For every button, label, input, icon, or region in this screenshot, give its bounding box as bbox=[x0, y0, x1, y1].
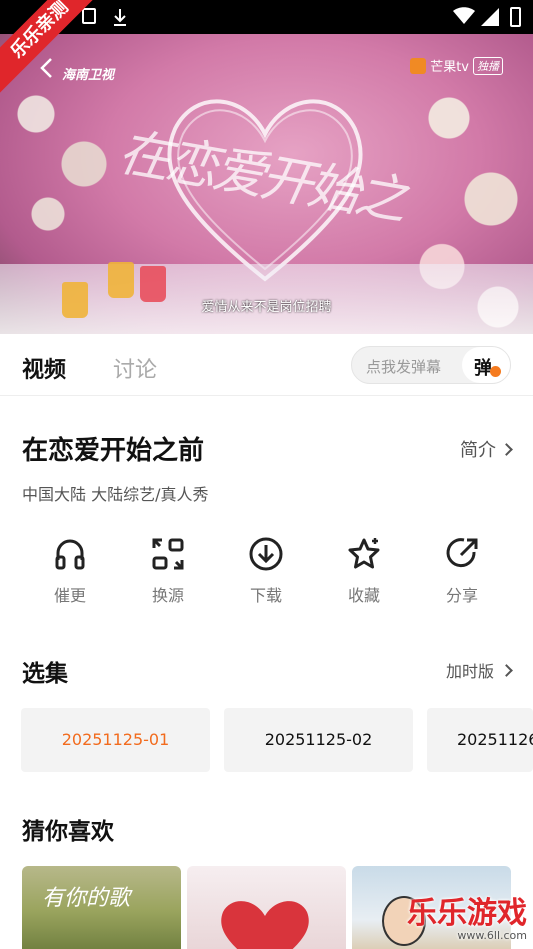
recommend-thumbnail[interactable]: 有你的歌 bbox=[22, 866, 181, 949]
intro-label: 简介 bbox=[460, 440, 496, 461]
danmu-input[interactable]: 点我发弹幕 弹 bbox=[351, 346, 511, 384]
headphones-icon bbox=[55, 539, 85, 570]
mango-icon bbox=[410, 57, 427, 74]
show-title: 在恋爱开始之前 bbox=[22, 436, 205, 466]
intro-button[interactable]: 简介 bbox=[460, 436, 513, 462]
action-label: 换源 bbox=[151, 586, 184, 605]
share-button[interactable]: 分享 bbox=[413, 536, 511, 606]
extended-version-label: 加时版 bbox=[445, 662, 494, 681]
episodes-title: 选集 bbox=[22, 661, 68, 687]
episode-item[interactable]: 20251126 bbox=[427, 708, 533, 772]
chevron-right-icon bbox=[500, 442, 513, 456]
video-scene-glass bbox=[108, 262, 134, 298]
battery-icon bbox=[510, 7, 521, 27]
favorite-button[interactable]: 收藏 bbox=[315, 536, 413, 606]
video-scene-flowers bbox=[0, 54, 120, 254]
danmu-placeholder: 点我发弹幕 bbox=[366, 358, 442, 376]
wifi-icon bbox=[453, 7, 475, 24]
switch-source-button[interactable]: 换源 bbox=[119, 536, 217, 606]
switch-source-icon bbox=[152, 538, 184, 570]
download-button[interactable]: 下载 bbox=[217, 536, 315, 606]
video-player[interactable]: 在恋爱开始之 爱情从来不是岗位招聘 海南卫视 芒果tv 独播 bbox=[0, 34, 533, 334]
recommend-title: 猜你喜欢 bbox=[22, 819, 114, 845]
danmu-button-label: 弹 bbox=[474, 358, 492, 379]
action-label: 收藏 bbox=[347, 586, 380, 605]
danmu-status-icon bbox=[490, 366, 501, 377]
episode-item[interactable]: 20251125-02 bbox=[224, 708, 413, 772]
channel-logo: 海南卫视 bbox=[62, 68, 115, 83]
tab-discussion[interactable]: 讨论 bbox=[113, 352, 157, 384]
download-icon bbox=[249, 537, 283, 571]
back-icon[interactable] bbox=[36, 56, 58, 80]
thumbnail-art-title: 有你的歌 bbox=[42, 886, 131, 911]
episode-item[interactable]: 20251125-01 bbox=[21, 708, 210, 772]
chevron-right-icon bbox=[500, 663, 513, 677]
platform-name: 芒果tv bbox=[430, 60, 469, 75]
action-label: 催更 bbox=[53, 586, 86, 605]
heart-decoration bbox=[221, 901, 309, 949]
danmu-toggle-button[interactable]: 弹 bbox=[462, 347, 510, 383]
download-status-icon bbox=[114, 9, 126, 26]
notification-icon bbox=[82, 8, 96, 24]
signal-icon bbox=[481, 8, 499, 26]
detail-tabs: 视频 讨论 点我发弹幕 弹 bbox=[0, 334, 533, 396]
video-subtitle: 爱情从来不是岗位招聘 bbox=[201, 300, 332, 315]
exclusive-badge: 独播 bbox=[473, 56, 503, 75]
platform-logo: 芒果tv 独播 bbox=[410, 56, 503, 75]
share-icon bbox=[446, 538, 478, 568]
site-watermark: 乐乐游戏 www.6ll.com bbox=[407, 898, 527, 942]
watermark-text: 乐乐游戏 bbox=[407, 896, 527, 931]
watermark-url: www.6ll.com bbox=[457, 929, 527, 942]
action-label: 下载 bbox=[249, 586, 282, 605]
tab-video[interactable]: 视频 bbox=[22, 352, 66, 384]
action-label: 分享 bbox=[445, 586, 478, 605]
action-bar: 催更 换源 下载 收藏 分享 bbox=[0, 536, 533, 616]
star-icon bbox=[348, 538, 380, 569]
show-meta: 中国大陆 大陆综艺/真人秀 bbox=[22, 485, 209, 504]
extended-version-button[interactable]: 加时版 bbox=[445, 658, 513, 682]
urge-update-button[interactable]: 催更 bbox=[21, 536, 119, 606]
recommend-thumbnail[interactable] bbox=[187, 866, 346, 949]
